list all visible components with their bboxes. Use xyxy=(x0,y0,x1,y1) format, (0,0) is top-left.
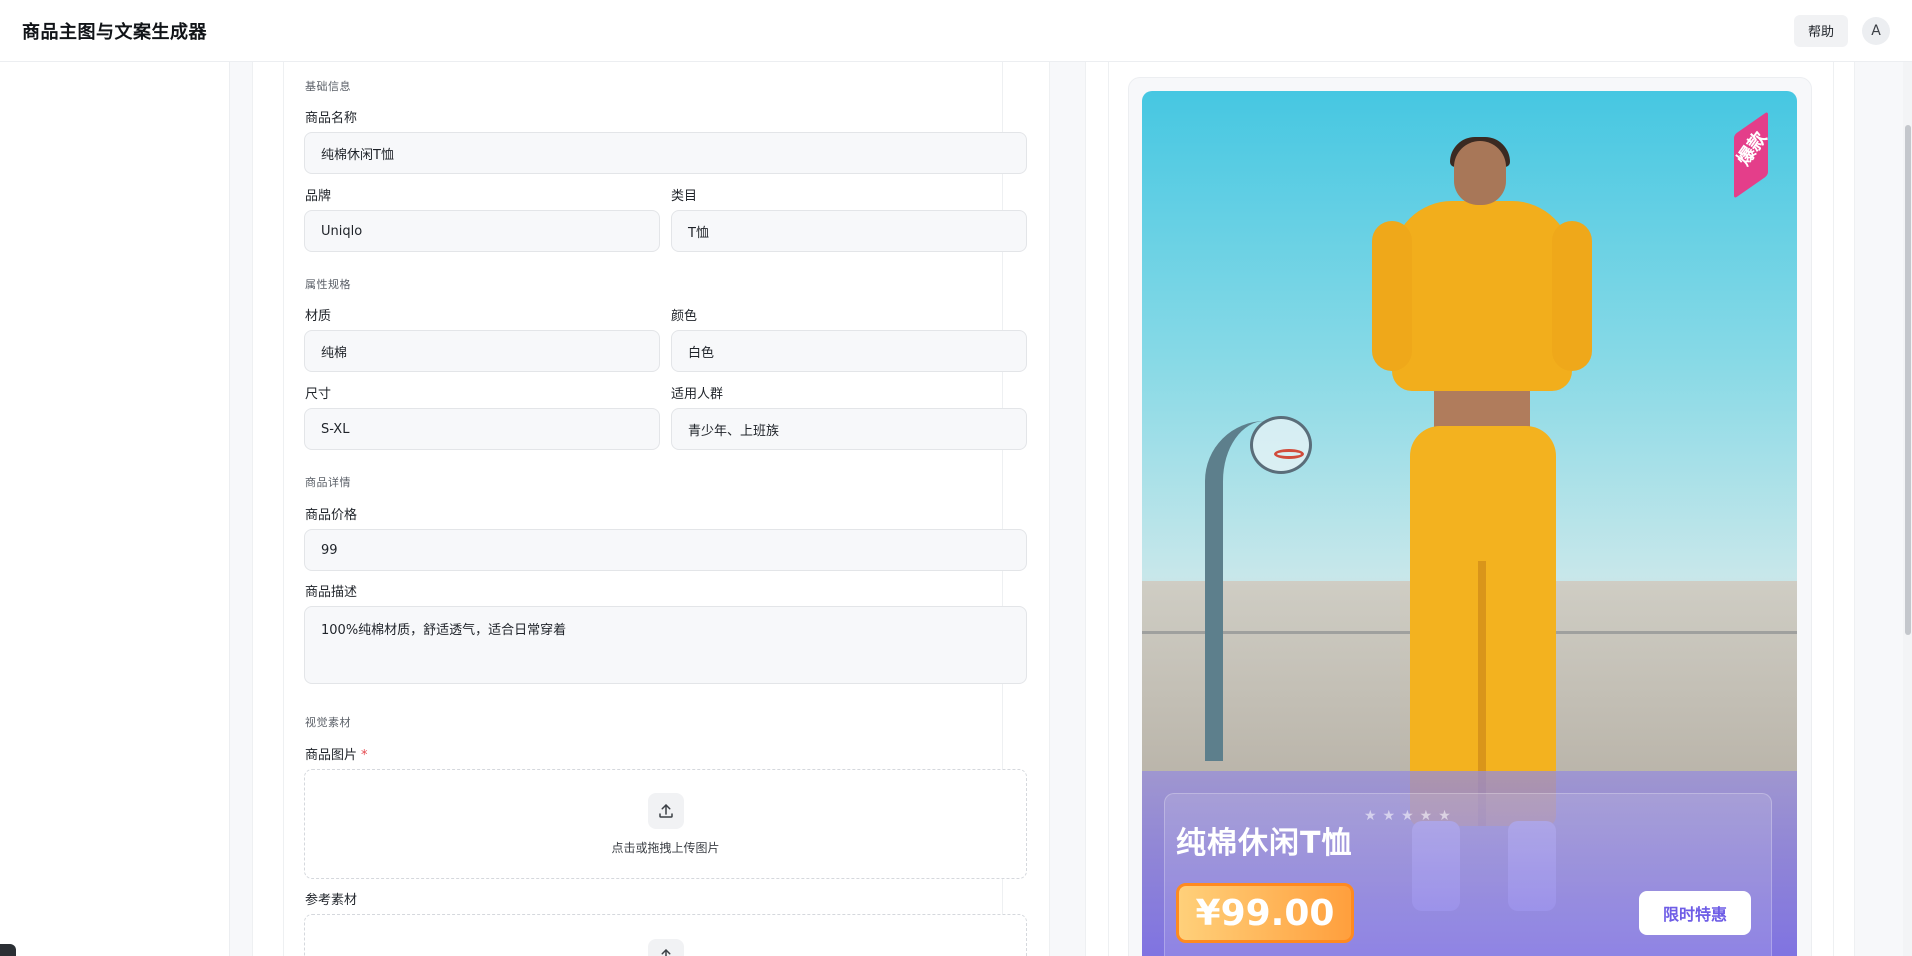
color-label: 颜色 xyxy=(671,309,698,324)
brand-label: 品牌 xyxy=(305,189,332,204)
price-input[interactable]: 99 xyxy=(304,529,1027,571)
price-text: ¥99.00 xyxy=(1195,892,1335,934)
brand-input[interactable]: Uniqlo xyxy=(304,210,660,252)
section-basic-info: 基础信息 xyxy=(305,80,351,93)
midriff xyxy=(1434,391,1530,431)
hoop-backboard xyxy=(1250,416,1312,474)
avatar[interactable]: A xyxy=(1862,16,1890,45)
left-arm xyxy=(1372,221,1412,371)
app-title: 商品主图与文案生成器 xyxy=(22,21,207,43)
hoop-rim xyxy=(1274,449,1304,459)
product-name-input[interactable]: 纯棉休闲T恤 xyxy=(304,132,1027,174)
sidebar xyxy=(0,62,230,956)
limited-offer-button[interactable]: 限时特惠 xyxy=(1639,891,1751,935)
section-attributes: 属性规格 xyxy=(305,278,351,291)
section-details: 商品详情 xyxy=(305,476,351,489)
corner-indicator xyxy=(0,944,16,956)
reference-label: 参考素材 xyxy=(305,893,358,908)
model-head xyxy=(1454,141,1506,205)
price-label: 商品价格 xyxy=(305,508,358,523)
category-label: 类目 xyxy=(671,189,698,204)
audience-label: 适用人群 xyxy=(671,387,724,402)
required-mark: * xyxy=(361,748,368,763)
reference-upload[interactable] xyxy=(304,914,1027,956)
size-label: 尺寸 xyxy=(305,387,332,402)
description-label: 商品描述 xyxy=(305,585,358,600)
hoop-pole xyxy=(1205,421,1265,761)
topbar-actions: 帮助 A xyxy=(1793,14,1890,47)
product-poster: 爆款 ★★★★★ 纯棉休闲T恤 ¥99.00 限时特惠 xyxy=(1142,91,1797,956)
upload-hint: 点击或拖拽上传图片 xyxy=(611,840,720,855)
audience-input[interactable]: 青少年、上班族 xyxy=(671,408,1027,450)
category-input[interactable]: T恤 xyxy=(671,210,1027,252)
upload-icon xyxy=(647,792,684,829)
product-image-label-text: 商品图片 xyxy=(305,748,358,763)
product-image-label: 商品图片 * xyxy=(305,744,368,763)
product-image-upload[interactable]: 点击或拖拽上传图片 xyxy=(304,769,1027,879)
description-textarea[interactable]: 100%纯棉材质，舒适透气，适合日常穿着 xyxy=(304,606,1027,684)
right-arm xyxy=(1552,221,1592,371)
price-badge: ¥99.00 xyxy=(1176,883,1354,943)
material-input[interactable]: 纯棉 xyxy=(304,330,660,372)
size-input[interactable]: S-XL xyxy=(304,408,660,450)
product-name-label: 商品名称 xyxy=(305,111,358,126)
color-input[interactable]: 白色 xyxy=(671,330,1027,372)
upload-icon xyxy=(647,939,684,956)
poster-title: 纯棉休闲T恤 xyxy=(1176,826,1353,861)
scrollbar-thumb[interactable] xyxy=(1905,125,1911,635)
rating-stars: ★★★★★ xyxy=(1364,808,1457,824)
hoodie xyxy=(1392,201,1572,391)
help-button[interactable]: 帮助 xyxy=(1793,14,1848,47)
material-label: 材质 xyxy=(305,309,332,324)
top-bar: 商品主图与文案生成器 帮助 A xyxy=(0,0,1912,62)
section-visual: 视觉素材 xyxy=(305,716,351,729)
